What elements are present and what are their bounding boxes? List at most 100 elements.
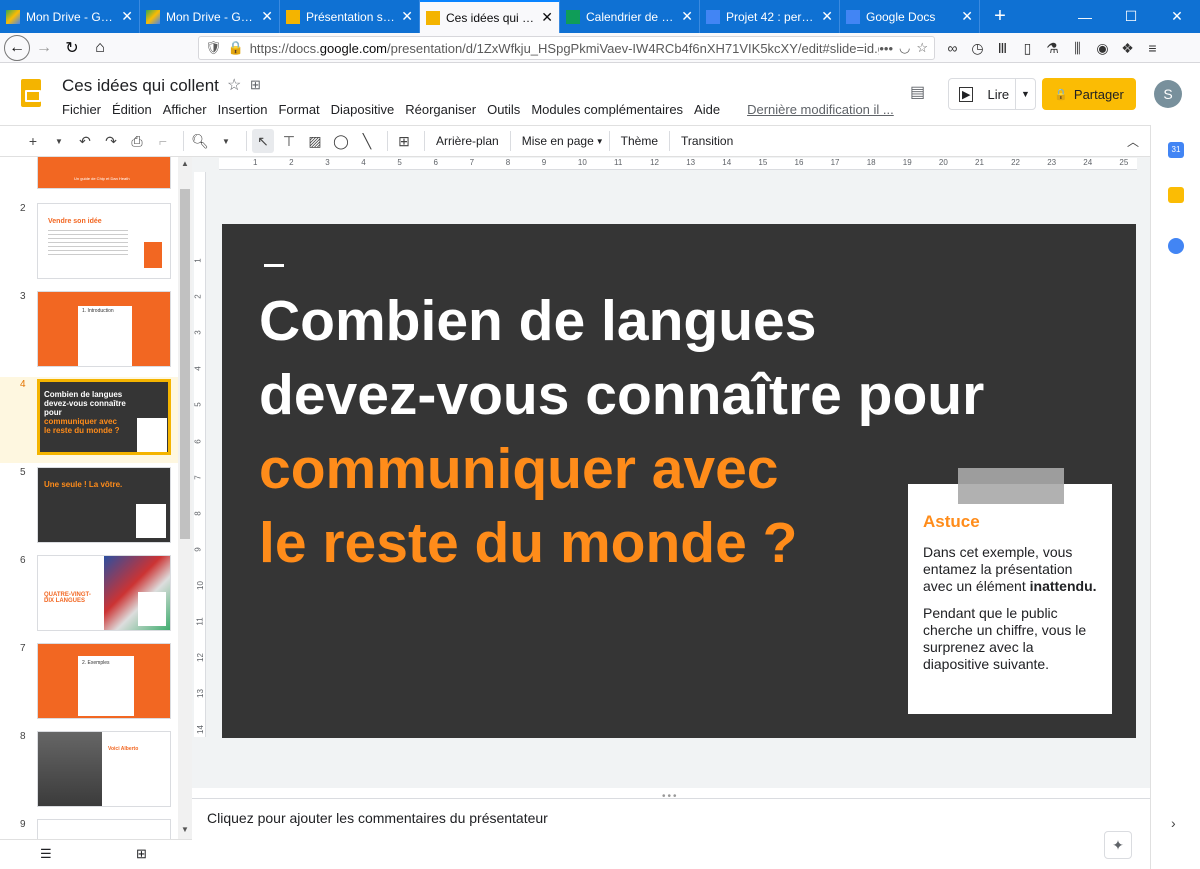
tip-note-card[interactable]: Astuce Dans cet exemple, vous entamez la… <box>908 468 1112 714</box>
library-icon[interactable]: Ⅲ <box>990 35 1015 61</box>
new-slide-icon[interactable]: + <box>22 129 44 153</box>
layout-button[interactable]: Mise en page <box>522 134 594 148</box>
page-actions-icon[interactable]: ••• <box>879 41 893 56</box>
speaker-notes[interactable]: Cliquez pour ajouter les commentaires du… <box>192 798 1150 869</box>
undo-icon[interactable]: ↶ <box>74 129 96 153</box>
redo-icon[interactable]: ↷ <box>100 129 122 153</box>
tasks-icon[interactable] <box>1168 238 1184 254</box>
url-bar[interactable]: 🛡 🔒 https://docs.google.com/presentation… <box>198 36 935 60</box>
menu-edition[interactable]: Édition <box>112 102 152 117</box>
browser-tab-5[interactable]: Projet 42 : perspectives✕ <box>700 0 840 33</box>
line-icon[interactable]: ╲ <box>356 129 378 153</box>
menu-outils[interactable]: Outils <box>487 102 520 117</box>
theme-button[interactable]: Thème <box>621 134 658 148</box>
pocket-icon[interactable]: ◡ <box>899 40 910 56</box>
select-cursor-icon[interactable]: ↖ <box>252 129 274 153</box>
close-icon[interactable]: ✕ <box>401 8 413 25</box>
account-icon[interactable]: ◉ <box>1090 35 1115 61</box>
grid-view-icon[interactable]: ⊞ <box>136 846 147 862</box>
menu-format[interactable]: Format <box>278 102 319 117</box>
chevron-down-icon[interactable]: ▼ <box>215 129 237 153</box>
comment-history-icon[interactable]: ▤ <box>910 82 932 101</box>
slide-4[interactable]: Combien de langues devez-vous connaître … <box>222 224 1136 738</box>
star-icon[interactable]: ☆ <box>227 75 241 95</box>
browser-tab-3[interactable]: Ces idées qui collent✕ <box>420 0 560 33</box>
back-icon[interactable]: ← <box>4 34 30 61</box>
slide-thumb-6[interactable]: QUATRE-VINGT-DIX LANGUES <box>37 555 171 631</box>
chevron-right-icon[interactable]: › <box>1171 815 1176 831</box>
new-tab-button[interactable]: + <box>980 0 1020 33</box>
chevron-down-icon[interactable]: ▼ <box>1015 79 1035 109</box>
paint-format-icon[interactable]: ⌐ <box>152 129 174 153</box>
browser-tab-0[interactable]: Mon Drive - Google Drive✕ <box>0 0 140 33</box>
chevron-down-icon[interactable]: ▼ <box>596 137 604 146</box>
slide-filmstrip: Un guide de Chip et Dan Heath 2 Vendre s… <box>0 157 192 839</box>
present-button[interactable]: ▶ Lire ▼ <box>948 78 1036 110</box>
close-window-icon[interactable]: ✕ <box>1154 0 1200 33</box>
shape-icon[interactable]: ◯ <box>330 129 352 153</box>
reload-icon[interactable]: ↻ <box>58 35 86 61</box>
menu-modules[interactable]: Modules complémentaires <box>531 102 683 117</box>
home-icon[interactable]: ⌂ <box>86 35 114 61</box>
book-cover-image <box>144 242 162 268</box>
print-icon[interactable]: ⎙ <box>126 129 148 153</box>
text-box-icon[interactable]: ⊤ <box>278 129 300 153</box>
close-icon[interactable]: ✕ <box>961 8 973 25</box>
slide-thumb-2[interactable]: Vendre son idée <box>37 203 171 279</box>
comment-add-icon[interactable]: ⊞ <box>393 129 415 153</box>
menu-icon[interactable]: ≡ <box>1140 35 1165 61</box>
close-icon[interactable]: ✕ <box>261 8 273 25</box>
menu-fichier[interactable]: Fichier <box>62 102 101 117</box>
share-button[interactable]: 🔒 Partager <box>1042 78 1136 110</box>
slide-thumb-8[interactable]: Voici Alberto <box>37 731 171 807</box>
sidebar-icon[interactable]: ▯ <box>1015 35 1040 61</box>
minimize-icon[interactable]: — <box>1062 0 1108 33</box>
slides-logo-icon[interactable] <box>21 79 41 107</box>
close-icon[interactable]: ✕ <box>821 8 833 25</box>
zoom-icon[interactable]: 🔍︎ <box>189 129 211 153</box>
menu-insertion[interactable]: Insertion <box>218 102 268 117</box>
maximize-icon[interactable]: ☐ <box>1108 0 1154 33</box>
history-icon[interactable]: ◷ <box>965 35 990 61</box>
browser-tab-1[interactable]: Mon Drive - Google Drive✕ <box>140 0 280 33</box>
menu-reorganiser[interactable]: Réorganiser <box>405 102 476 117</box>
last-modified-link[interactable]: Dernière modification il ... <box>747 102 894 117</box>
transition-button[interactable]: Transition <box>681 134 733 148</box>
menu-afficher[interactable]: Afficher <box>163 102 207 117</box>
grid-extension-icon[interactable]: ⫼ <box>1065 35 1090 61</box>
list-view-icon[interactable]: ☰ <box>40 846 52 862</box>
filmstrip-scrollbar[interactable]: ▲ ▼ <box>178 157 192 839</box>
slide-thumb-5[interactable]: Une seule ! La vôtre. <box>37 467 171 543</box>
background-button[interactable]: Arrière-plan <box>436 134 499 148</box>
mask-icon[interactable]: ∞ <box>940 35 965 61</box>
move-folder-icon[interactable]: ⊞ <box>250 77 261 93</box>
close-icon[interactable]: ✕ <box>541 9 553 26</box>
browser-tab-4[interactable]: Calendrier de projet✕ <box>560 0 700 33</box>
browser-tab-6[interactable]: Google Docs ✕ <box>840 0 980 33</box>
menu-diapositive[interactable]: Diapositive <box>331 102 395 117</box>
scroll-down-icon[interactable]: ▼ <box>181 825 189 834</box>
puzzle-icon[interactable]: ❖ <box>1115 35 1140 61</box>
explore-icon[interactable]: ✦ <box>1104 831 1132 859</box>
scroll-up-icon[interactable]: ▲ <box>181 159 189 168</box>
drive-icon <box>6 9 20 24</box>
slide-thumb-7[interactable]: 2. Exemples <box>37 643 171 719</box>
slide-thumb-4[interactable]: Combien de langues devez-vous connaître … <box>37 379 171 455</box>
slide-thumb-3[interactable]: 1. Introduction <box>37 291 171 367</box>
menu-aide[interactable]: Aide <box>694 102 720 117</box>
close-icon[interactable]: ✕ <box>121 8 133 25</box>
avatar[interactable]: S <box>1154 80 1182 108</box>
keep-icon[interactable] <box>1168 187 1184 203</box>
extension-icon[interactable]: ⚗ <box>1040 35 1065 61</box>
slide-thumb-9[interactable] <box>37 819 171 839</box>
close-icon[interactable]: ✕ <box>681 8 693 25</box>
bookmark-star-icon[interactable]: ☆ <box>916 40 928 56</box>
forward-icon[interactable]: → <box>30 35 58 61</box>
image-icon[interactable]: ▨ <box>304 129 326 153</box>
browser-tab-2[interactable]: Présentation sans titre✕ <box>280 0 420 33</box>
chevron-down-icon[interactable]: ▼ <box>48 129 70 153</box>
document-title[interactable]: Ces idées qui collent <box>62 76 219 96</box>
slide-thumb-1[interactable]: Un guide de Chip et Dan Heath <box>37 157 171 189</box>
chevron-up-icon[interactable]: ︿ <box>1127 133 1139 150</box>
calendar-icon[interactable]: 31 <box>1168 142 1184 158</box>
